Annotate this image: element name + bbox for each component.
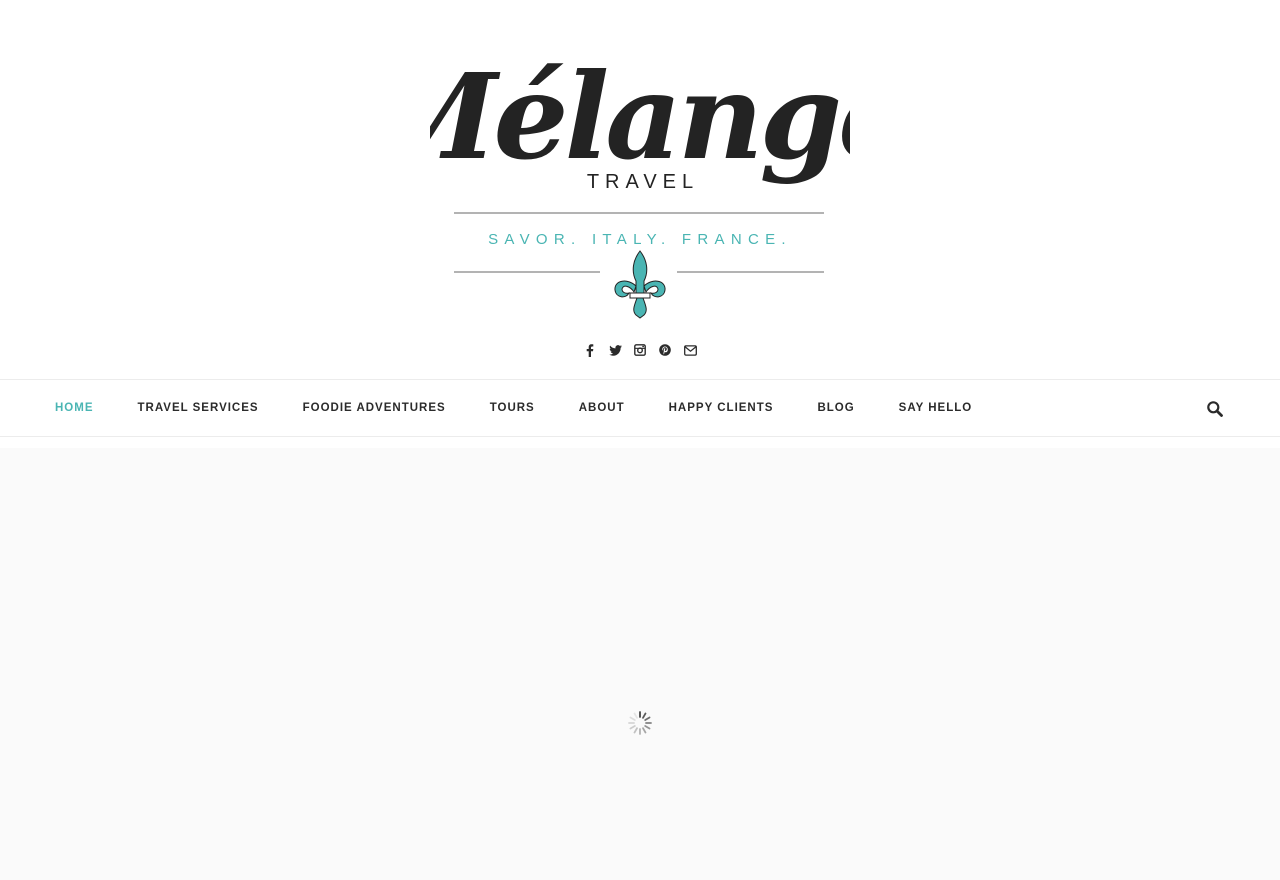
logo-script-text: Mélange bbox=[430, 47, 850, 186]
logo-sub-text: TRAVEL bbox=[587, 171, 699, 193]
nav-item-about[interactable]: ABOUT bbox=[579, 402, 625, 414]
nav-item-travel-services[interactable]: TRAVEL SERVICES bbox=[138, 402, 259, 414]
nav-item-home[interactable]: HOME bbox=[55, 402, 94, 414]
main-content bbox=[0, 448, 1280, 880]
fleur-de-lis-icon bbox=[614, 250, 666, 319]
main-navigation: HOME TRAVEL SERVICES FOODIE ADVENTURES T… bbox=[0, 379, 1280, 437]
nav-item-foodie-adventures[interactable]: FOODIE ADVENTURES bbox=[303, 402, 446, 414]
instagram-icon[interactable] bbox=[633, 343, 647, 357]
site-logo[interactable]: Mélange TRAVEL SAVOR. ITALY. FRANCE. bbox=[430, 18, 850, 328]
pinterest-icon[interactable] bbox=[658, 343, 672, 357]
loading-spinner-icon bbox=[627, 710, 653, 736]
nav-item-happy-clients[interactable]: HAPPY CLIENTS bbox=[669, 402, 774, 414]
nav-item-tours[interactable]: TOURS bbox=[490, 402, 535, 414]
nav-item-say-hello[interactable]: SAY HELLO bbox=[899, 402, 973, 414]
nav-item-blog[interactable]: BLOG bbox=[817, 402, 854, 414]
twitter-icon[interactable] bbox=[608, 343, 622, 357]
search-icon[interactable] bbox=[1206, 400, 1224, 418]
facebook-icon[interactable] bbox=[583, 343, 597, 357]
social-links bbox=[0, 340, 1280, 360]
site-header: Mélange TRAVEL SAVOR. ITALY. FRANCE. bbox=[0, 0, 1280, 379]
email-icon[interactable] bbox=[683, 343, 697, 357]
logo-tagline: SAVOR. ITALY. FRANCE. bbox=[488, 231, 792, 248]
